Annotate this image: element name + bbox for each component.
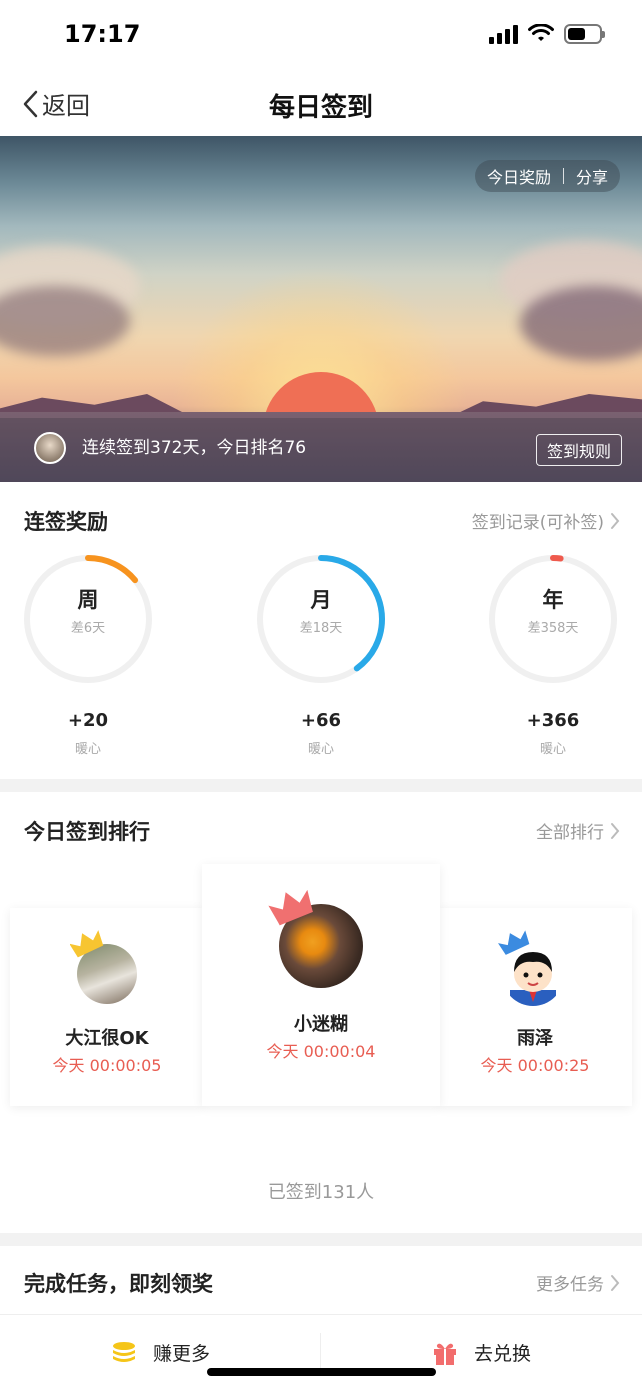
wifi-icon [528, 24, 554, 41]
exchange-label: 去兑换 [473, 1343, 531, 1365]
bottom-action-bar: 赚更多 去兑换 [0, 1314, 642, 1389]
share-link[interactable]: 分享 [576, 164, 608, 188]
week-reward-value: +20 [67, 710, 109, 731]
home-indicator [207, 1368, 436, 1376]
crown-red-icon [268, 889, 313, 926]
coin-stack-icon [112, 1341, 135, 1362]
month-reward-unit: 暖心 [307, 742, 334, 757]
more-tasks-link[interactable]: 更多任务 [536, 1270, 620, 1295]
today-ranking-section: 今日签到排行 全部排行 大江很OK 今天 00:00:05 小迷糊 今天 00:… [0, 792, 642, 1233]
rank-card-second[interactable]: 大江很OK 今天 00:00:05 [10, 908, 204, 1106]
divider [562, 168, 564, 184]
year-label: 年 [542, 588, 564, 612]
all-ranking-label: 全部排行 [536, 823, 604, 843]
reward-share-pill: 今日奖励 分享 [474, 160, 620, 192]
records-link-label: 签到记录(可补签) [471, 513, 604, 533]
week-label: 周 [77, 588, 99, 612]
sunset-banner: 今日奖励 分享 连续签到372天，今日排名76 签到规则 [0, 136, 642, 482]
sign-in-records-link[interactable]: 签到记录(可补签) [472, 508, 620, 533]
chevron-right-icon [611, 512, 620, 529]
rank-name: 小迷糊 [294, 1014, 348, 1035]
rank-time: 今天 00:00:05 [52, 1056, 162, 1075]
month-remaining: 差18天 [299, 621, 343, 636]
rank-time: 今天 00:00:04 [266, 1042, 376, 1061]
month-label: 月 [310, 588, 332, 612]
week-remaining: 差6天 [70, 621, 106, 636]
exchange-button[interactable]: 去兑换 [321, 1315, 642, 1389]
month-reward-ring: 月 差18天 [254, 552, 388, 686]
week-reward-unit: 暖心 [74, 742, 101, 757]
rank-name: 大江很OK [65, 1028, 149, 1049]
rank-time: 今天 00:00:25 [480, 1056, 590, 1075]
chevron-right-icon [611, 822, 620, 839]
status-time: 17:17 [64, 20, 141, 48]
section-title: 完成任务，即刻领奖 [24, 1272, 213, 1296]
sign-in-page: 17:17 返回 每日签到 今日奖励 分享 连续签到372天，今日排名76 签到… [0, 0, 642, 1389]
rank-card-first[interactable]: 小迷糊 今天 00:00:04 [202, 864, 440, 1106]
more-tasks-label: 更多任务 [536, 1275, 604, 1295]
streak-summary: 连续签到372天，今日排名76 [82, 438, 307, 458]
month-reward-value: +66 [300, 710, 342, 731]
status-icons [489, 24, 605, 44]
chevron-right-icon [611, 1274, 620, 1291]
rank-name: 雨泽 [517, 1028, 553, 1049]
year-remaining: 差358天 [527, 621, 579, 636]
earn-more-label: 赚更多 [152, 1343, 210, 1365]
sign-in-rules-button[interactable]: 签到规则 [535, 434, 622, 466]
cellular-signal-icon [489, 24, 518, 44]
streak-rewards-section: 连签奖励 签到记录(可补签) 周 差6天 +20 暖心 月 差18天 +66 暖… [0, 482, 642, 779]
cloud-left-shadow [0, 286, 130, 356]
signed-count: 已签到131人 [267, 1182, 375, 1203]
page-title: 每日签到 [268, 93, 373, 123]
year-reward-unit: 暖心 [539, 742, 566, 757]
gift-icon [433, 1343, 456, 1365]
year-reward-ring: 年 差358天 [486, 552, 620, 686]
week-reward-ring: 周 差6天 [21, 552, 155, 686]
earn-more-button[interactable]: 赚更多 [0, 1315, 321, 1389]
nav-bar: 返回 每日签到 [0, 72, 642, 136]
battery-icon [564, 24, 605, 44]
section-title: 今日签到排行 [24, 820, 150, 844]
today-reward-link[interactable]: 今日奖励 [487, 164, 551, 188]
section-title: 连签奖励 [24, 510, 108, 534]
year-reward-value: +366 [526, 710, 580, 731]
rank-card-third[interactable]: 雨泽 今天 00:00:25 [438, 908, 632, 1106]
crown-blue-icon [498, 930, 530, 955]
avatar[interactable] [34, 432, 66, 464]
status-bar: 17:17 [0, 0, 642, 72]
all-ranking-link[interactable]: 全部排行 [536, 818, 620, 843]
crown-gold-icon [70, 930, 104, 958]
